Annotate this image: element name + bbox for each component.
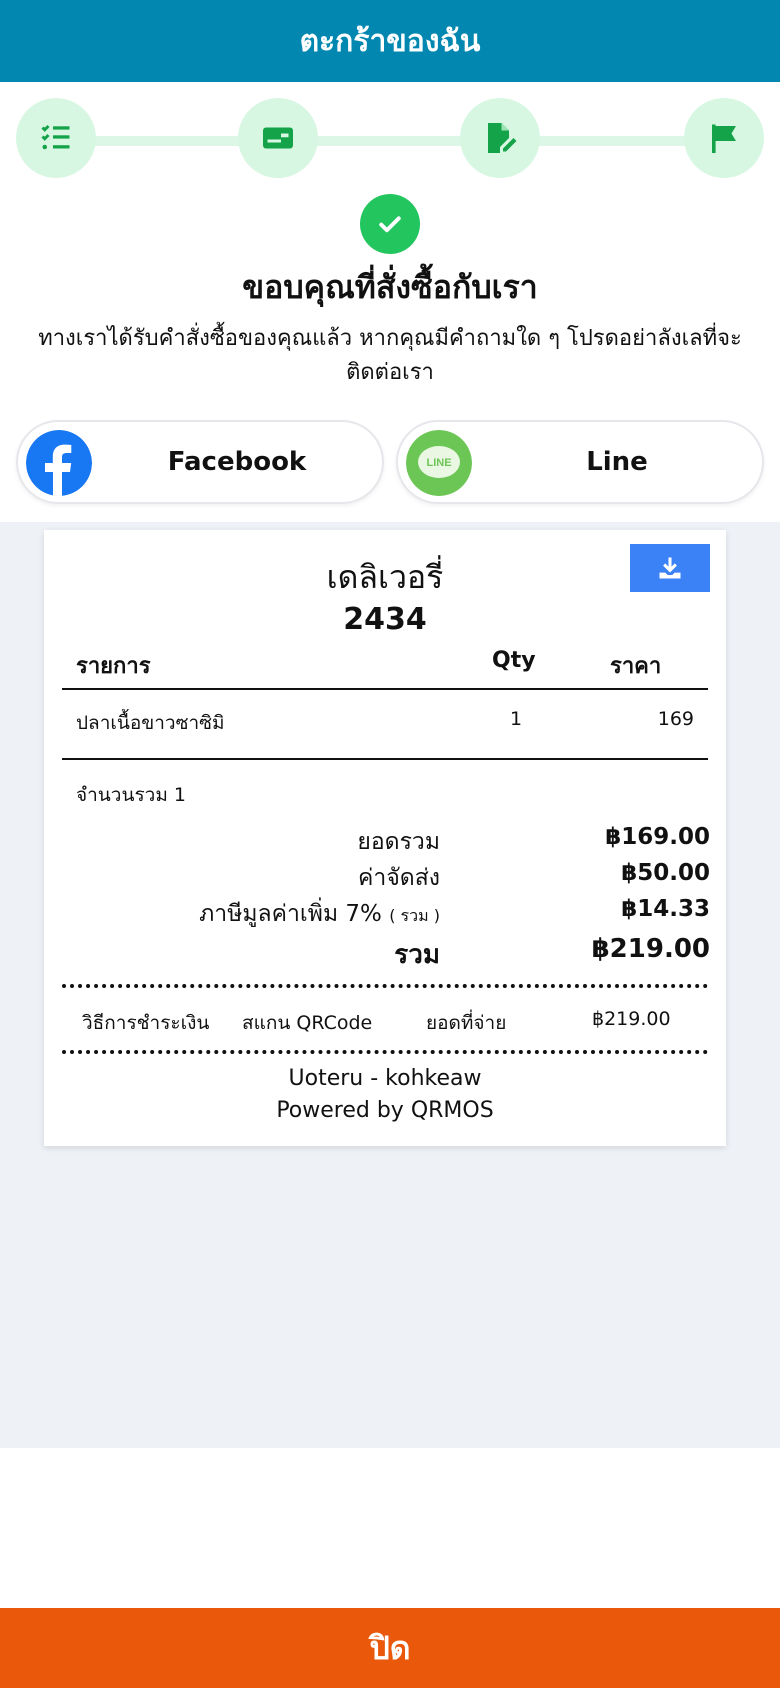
payment-method-value: สแกน QRCode bbox=[242, 1012, 373, 1034]
header-divider bbox=[62, 688, 708, 690]
page-title: ตะกร้าของฉัน bbox=[299, 23, 481, 59]
thank-you-heading: ขอบคุณที่สั่งซื้อกับเรา bbox=[242, 268, 538, 306]
line-label: Line bbox=[586, 447, 648, 477]
line-icon: LINE bbox=[406, 430, 472, 496]
line-logo-text: LINE bbox=[426, 457, 451, 469]
store-name: Uoteru - kohkeaw bbox=[288, 1066, 482, 1091]
delivery-fee-label: ค่าจัดส่ง bbox=[358, 865, 440, 891]
thank-you-message: ทางเราได้รับคำสั่งซื้อของคุณแล้ว หากคุณม… bbox=[38, 326, 742, 385]
close-button[interactable]: ปิด bbox=[0, 1608, 780, 1688]
download-icon bbox=[659, 557, 681, 579]
step-customer-info[interactable] bbox=[238, 98, 318, 178]
facebook-icon bbox=[26, 430, 92, 496]
facebook-label: Facebook bbox=[167, 447, 307, 477]
paid-amount-value: ฿219.00 bbox=[592, 1008, 671, 1030]
column-qty: Qty bbox=[492, 648, 536, 673]
progress-line bbox=[56, 136, 724, 146]
subtotal-value: ฿169.00 bbox=[605, 824, 710, 850]
document-edit-icon bbox=[488, 123, 517, 153]
facebook-button[interactable]: Facebook bbox=[16, 420, 384, 504]
paid-amount-label: ยอดที่จ่าย bbox=[426, 1012, 507, 1034]
success-check-icon bbox=[360, 194, 420, 254]
total-value: ฿219.00 bbox=[591, 934, 710, 964]
payment-method-label: วิธีการชำระเงิน bbox=[82, 1012, 210, 1034]
item-name: ปลาเนื้อขาวซาซิมิ bbox=[76, 712, 225, 734]
item-price: 169 bbox=[657, 708, 694, 730]
payment-divider-top bbox=[62, 984, 708, 988]
step-order-list[interactable] bbox=[16, 98, 96, 178]
step-confirm[interactable] bbox=[460, 98, 540, 178]
vat-label: ภาษีมูลค่าเพิ่ม 7% bbox=[199, 901, 382, 927]
subtotal-label: ยอดรวม bbox=[357, 829, 440, 855]
delivery-fee-value: ฿50.00 bbox=[621, 860, 710, 886]
vat-row-label: ภาษีมูลค่าเพิ่ม 7% ( รวม ) bbox=[199, 896, 440, 932]
column-price: ราคา bbox=[610, 654, 662, 679]
receipt-card: เดลิเวอรี่ 2434 รายการ Qty ราคา ปลาเนื้อ… bbox=[44, 530, 726, 1146]
page-header: ตะกร้าของฉัน bbox=[0, 0, 780, 82]
line-button[interactable]: LINE Line bbox=[396, 420, 764, 504]
column-item: รายการ bbox=[76, 654, 151, 679]
flag-icon bbox=[712, 124, 736, 153]
total-label: รวม bbox=[394, 940, 440, 970]
vat-value: ฿14.33 bbox=[621, 896, 710, 922]
id-card-icon bbox=[263, 127, 293, 149]
item-qty: 1 bbox=[510, 708, 523, 730]
vat-note: ( รวม ) bbox=[389, 906, 440, 925]
payment-divider-bottom bbox=[62, 1050, 708, 1054]
order-number: 2434 bbox=[343, 602, 427, 637]
checkout-progress bbox=[0, 82, 780, 192]
step-complete[interactable] bbox=[684, 98, 764, 178]
download-button[interactable] bbox=[630, 544, 710, 592]
checklist-icon bbox=[41, 124, 70, 150]
close-button-label: ปิด bbox=[369, 1628, 411, 1667]
powered-by: Powered by QRMOS bbox=[276, 1098, 494, 1123]
item-count: จำนวนรวม 1 bbox=[76, 784, 186, 806]
items-divider bbox=[62, 758, 708, 760]
receipt-title: เดลิเวอรี่ bbox=[326, 558, 444, 596]
